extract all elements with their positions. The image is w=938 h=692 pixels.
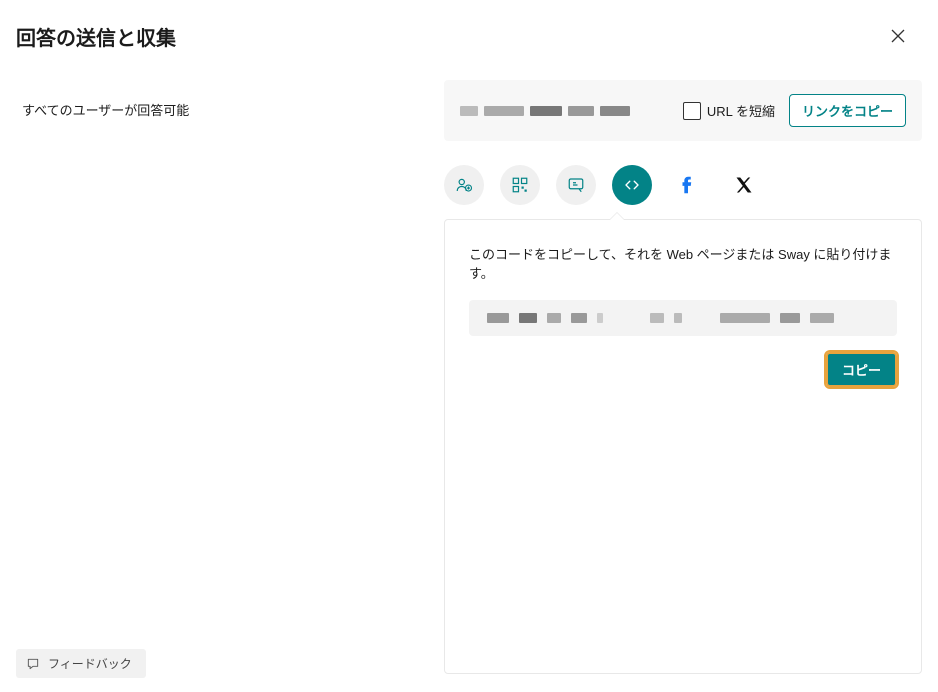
embed-code-redacted[interactable]: [469, 300, 897, 336]
invite-icon: [455, 176, 473, 194]
share-facebook-button[interactable]: [668, 165, 708, 205]
present-icon: [567, 176, 585, 194]
url-bar: URL を短縮 リンクをコピー: [444, 80, 922, 141]
permission-text: すべてのユーザーが回答可能: [22, 100, 189, 119]
embed-icon: [623, 176, 641, 194]
copy-embed-button[interactable]: コピー: [826, 352, 897, 387]
share-embed-button[interactable]: [612, 165, 652, 205]
shorten-url-label: URL を短縮: [707, 101, 775, 120]
close-icon: [891, 29, 905, 43]
embed-description: このコードをコピーして、それを Web ページまたは Sway に貼り付けます。: [469, 244, 897, 282]
share-x-button[interactable]: [724, 165, 764, 205]
chat-icon: [26, 657, 40, 671]
copy-link-button[interactable]: リンクをコピー: [789, 94, 906, 127]
qr-icon: [511, 176, 529, 194]
facebook-icon: [677, 174, 699, 196]
share-methods: [444, 165, 922, 205]
share-qr-button[interactable]: [500, 165, 540, 205]
shorten-url-toggle[interactable]: URL を短縮: [683, 101, 775, 120]
url-value-redacted[interactable]: [460, 104, 669, 118]
checkbox-icon: [683, 102, 701, 120]
close-button[interactable]: [882, 20, 914, 52]
share-invite-button[interactable]: [444, 165, 484, 205]
dialog-title: 回答の送信と収集: [16, 22, 176, 51]
feedback-button[interactable]: フィードバック: [16, 649, 146, 678]
feedback-label: フィードバック: [48, 655, 132, 672]
share-present-button[interactable]: [556, 165, 596, 205]
x-twitter-icon: [734, 175, 754, 195]
embed-panel: このコードをコピーして、それを Web ページまたは Sway に貼り付けます。…: [444, 219, 922, 674]
